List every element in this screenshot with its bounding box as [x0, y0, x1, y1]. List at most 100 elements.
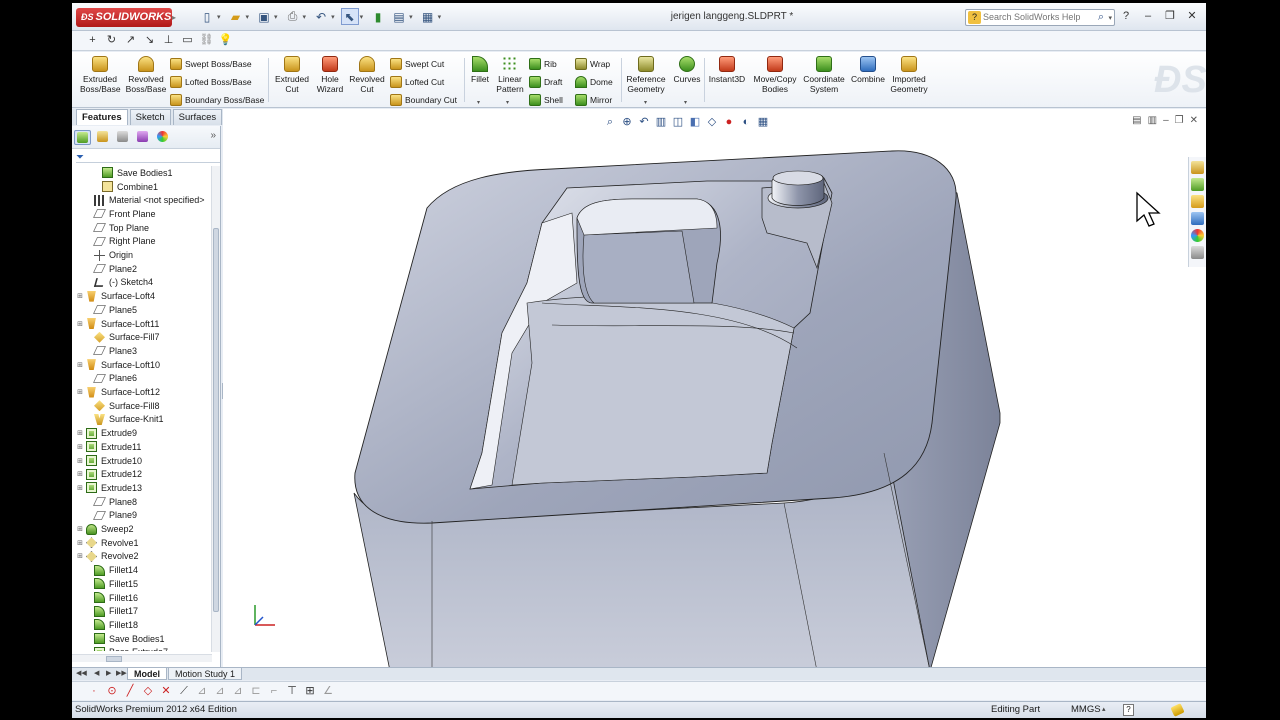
next-tab-icon[interactable]: ▶ [106, 669, 111, 677]
tree-item[interactable]: Fillet15 [84, 577, 138, 591]
tree-item[interactable]: Combine1 [92, 180, 158, 194]
tree-item[interactable]: ⊞ Extrude10 [76, 454, 142, 468]
prev-tab-icon[interactable]: ◀ [94, 669, 99, 677]
expand-icon[interactable]: ⊞ [76, 320, 84, 328]
open-icon[interactable]: ▰ [227, 8, 245, 25]
view-palette-icon[interactable] [1191, 212, 1204, 225]
zoom-to-fit-icon[interactable]: ⌕ [603, 115, 617, 129]
rib-button[interactable]: Rib [529, 57, 557, 71]
expand-panel-icon[interactable]: » [210, 130, 216, 141]
draft-button[interactable]: Draft [529, 75, 562, 89]
tree-vertical-scrollbar[interactable] [211, 166, 220, 652]
graphics-area[interactable]: ⌕ ⊕ ↶ ▥ ◫ ◧ ◇ ● ◐ ▦ ▤ ▥ – ❐ ✕ [223, 109, 1206, 667]
save-dropdown-icon[interactable]: ▾ [274, 13, 278, 21]
tree-item[interactable]: ⊞ Revolve2 [76, 550, 139, 564]
tree-item[interactable]: Material <not specified> [84, 193, 205, 207]
view-orientation-icon[interactable]: ◫ [671, 115, 685, 129]
mirror-button[interactable]: Mirror [575, 93, 612, 107]
revolved-boss-button[interactable]: Revolved Boss/Base [125, 56, 167, 94]
mirror-entities-icon[interactable]: ⊿ [194, 683, 210, 699]
options-icon[interactable]: ▦ [419, 8, 437, 25]
rebuild-indicator-icon[interactable] [1170, 703, 1185, 717]
hint-icon[interactable]: 💡 [217, 32, 234, 49]
reference-geometry-button[interactable]: Reference Geometry [624, 56, 668, 94]
select-dropdown-icon[interactable]: ▾ [360, 13, 364, 21]
car-icon[interactable]: ▭ [179, 32, 196, 49]
solidworks-resources-icon[interactable] [1191, 161, 1204, 174]
expand-icon[interactable]: ⊞ [76, 539, 84, 547]
options-dropdown-icon[interactable]: ▾ [438, 13, 442, 21]
line-icon[interactable]: ↗ [122, 32, 139, 49]
hole-wizard-button[interactable]: Hole Wizard [312, 56, 348, 94]
combine-button[interactable]: Combine [850, 56, 886, 84]
convert-entities-icon[interactable]: ⊏ [248, 683, 264, 699]
boundary-cut-button[interactable]: Boundary Cut [390, 93, 457, 107]
dimxpert-manager-tab[interactable] [134, 130, 151, 145]
arrow-icon[interactable]: ↘ [141, 32, 158, 49]
boundary-boss-button[interactable]: Boundary Boss/Base [170, 93, 264, 107]
print-dropdown-icon[interactable]: ▾ [303, 13, 307, 21]
tree-item[interactable]: ⊞ Surface-Loft4 [76, 289, 155, 303]
apply-scene-icon[interactable]: ◐ [739, 115, 753, 129]
circle-icon[interactable]: ⊙ [104, 683, 120, 699]
tree-item[interactable]: Surface-Knit1 [84, 413, 164, 427]
add-relation-icon[interactable]: + [84, 32, 101, 49]
polygon-icon[interactable]: ◇ [140, 683, 156, 699]
configuration-manager-tab[interactable] [114, 130, 131, 145]
last-tab-icon[interactable]: ▶▶ [116, 669, 127, 677]
pin-icon[interactable]: ⊥ [160, 32, 177, 49]
tree-item[interactable]: Fillet17 [84, 604, 138, 618]
units-dropdown-icon[interactable]: ▴ [1102, 702, 1106, 718]
angle-icon[interactable]: ∠ [320, 683, 336, 699]
shell-button[interactable]: Shell [529, 93, 563, 107]
tree-item[interactable]: Save Bodies1 [92, 166, 173, 180]
tree-item[interactable]: Surface-Fill8 [84, 399, 160, 413]
offset-icon[interactable]: ⊿ [212, 683, 228, 699]
expand-icon[interactable]: ⊞ [76, 429, 84, 437]
wrap-button[interactable]: Wrap [575, 57, 610, 71]
tab-features[interactable]: Features [76, 109, 128, 125]
tree-item[interactable]: ⊞ Sweep2 [76, 522, 134, 536]
file-explorer-icon[interactable] [1191, 195, 1204, 208]
extruded-boss-button[interactable]: Extruded Boss/Base [80, 56, 121, 94]
tree-item[interactable]: Top Plane [84, 221, 149, 235]
lofted-cut-button[interactable]: Lofted Cut [390, 75, 444, 89]
instant3d-button[interactable]: Instant3D [706, 56, 748, 84]
line-tool-icon[interactable]: ╱ [122, 683, 138, 699]
rotate-icon[interactable]: ↻ [103, 32, 120, 49]
file-properties-dropdown-icon[interactable]: ▾ [409, 13, 413, 21]
select-icon[interactable]: ⬉ [340, 8, 359, 25]
tree-item[interactable]: ⊞ Extrude13 [76, 481, 142, 495]
point-icon[interactable]: · [86, 683, 102, 699]
link-icon[interactable]: ⛓ [198, 32, 215, 49]
swept-boss-button[interactable]: Swept Boss/Base [170, 57, 252, 71]
previous-view-icon[interactable]: ↶ [637, 115, 651, 129]
tab-sketch[interactable]: Sketch [129, 109, 171, 125]
minimize-icon[interactable]: – [1140, 8, 1156, 24]
tree-item[interactable]: ⊞ Revolve1 [76, 536, 139, 550]
undo-dropdown-icon[interactable]: ▾ [331, 13, 335, 21]
status-units[interactable]: MMGS [1071, 702, 1101, 718]
design-library-icon[interactable] [1191, 178, 1204, 191]
tree-item[interactable]: Plane8 [84, 495, 137, 509]
appearances-icon[interactable] [1191, 229, 1204, 242]
tab-surfaces[interactable]: Surfaces [172, 109, 223, 125]
expand-icon[interactable]: ⊞ [76, 292, 84, 300]
tree-item[interactable]: ⊞ Extrude12 [76, 467, 142, 481]
grid-icon[interactable]: ⊞ [302, 683, 318, 699]
menu-expand-icon[interactable]: ▸ [172, 13, 176, 22]
scroll-thumb[interactable] [213, 228, 219, 612]
coordinate-system-button[interactable]: Coordinate System [801, 56, 847, 94]
status-help-icon[interactable]: ? [1123, 704, 1134, 716]
tree-item[interactable]: Plane5 [84, 303, 137, 317]
imported-geometry-button[interactable]: Imported Geometry [887, 56, 931, 94]
tree-item[interactable]: Origin [84, 248, 133, 262]
undo-icon[interactable]: ↶ [312, 8, 330, 25]
first-tab-icon[interactable]: ◀◀ [76, 669, 87, 677]
property-manager-tab[interactable] [94, 130, 111, 145]
expand-icon[interactable]: ⊞ [76, 443, 84, 451]
swept-cut-button[interactable]: Swept Cut [390, 57, 444, 71]
tree-horizontal-scrollbar[interactable] [72, 654, 212, 662]
feature-manager-tab[interactable] [74, 130, 91, 145]
expand-icon[interactable]: ⊞ [76, 361, 84, 369]
